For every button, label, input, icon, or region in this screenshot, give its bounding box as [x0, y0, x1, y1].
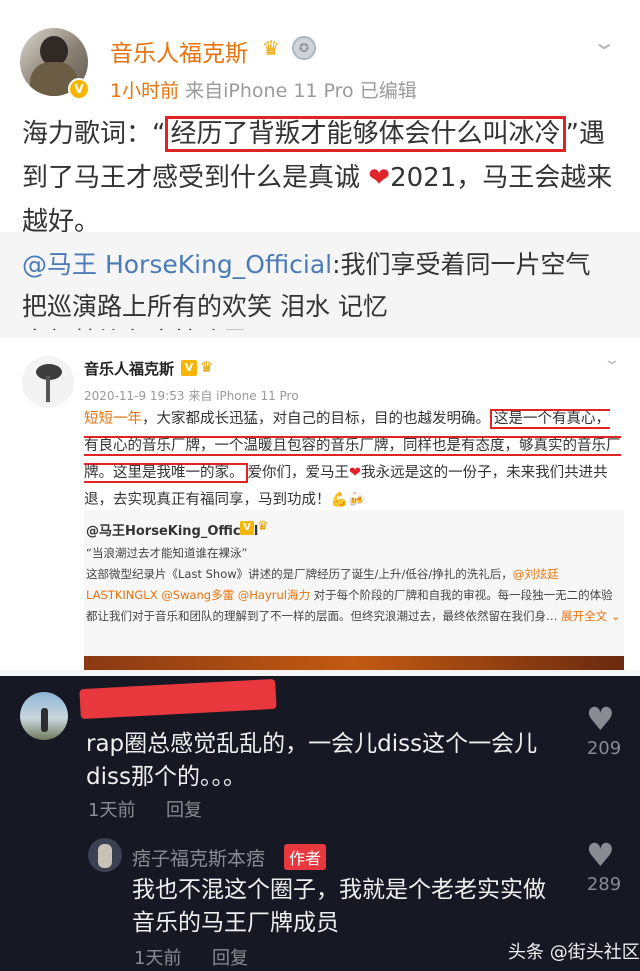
post-body: 短短一年，大家都成长迅猛，对自己的目标，目的也越发明确。 这是一个有真心，有良心的…: [84, 406, 624, 514]
author-name[interactable]: 音乐人福克斯: [84, 358, 174, 379]
repost-author[interactable]: @马王HorseKing_Official: [86, 520, 258, 539]
reply-author[interactable]: 痞子福克斯本痞: [132, 844, 265, 871]
video-thumbnail-strip[interactable]: [84, 656, 624, 670]
crown-icon: ♛: [257, 519, 269, 534]
chevron-down-icon[interactable]: ⌄: [592, 30, 617, 54]
mention-link[interactable]: @马王 HorseKing_Official: [22, 250, 332, 279]
avatar-figure: [98, 844, 112, 868]
repost-block[interactable]: @马王HorseKing_Official V ♛ “当浪潮过去才能知道谁在裸泳…: [84, 510, 624, 670]
post-source: 来自iPhone 11 Pro: [185, 80, 354, 102]
crown-icon: ♛: [200, 358, 214, 376]
heart-icon: ❤: [349, 465, 362, 481]
watermark: 头条 @街头社区: [508, 942, 640, 963]
author-name[interactable]: 音乐人福克斯: [110, 34, 248, 68]
crown-icon: ♛: [262, 36, 280, 60]
chevron-down-icon: ⌄: [610, 609, 621, 623]
avatar[interactable]: [22, 356, 74, 408]
avatar[interactable]: [20, 692, 68, 740]
repost-cut-line: 全部献给在这首歌里: [22, 322, 247, 330]
repost-quote: “当浪潮过去才能知道谁在裸泳”: [86, 546, 248, 560]
like-count: 209: [586, 738, 622, 759]
medal-icon: ✪: [292, 36, 316, 60]
edited-label: 已编辑: [359, 80, 417, 102]
like-heart-icon[interactable]: ♥: [586, 700, 615, 738]
expand-link[interactable]: 展开全文 ⌄: [561, 609, 620, 623]
like-count: 289: [586, 874, 622, 895]
repost-text: @马王 HorseKing_Official:我们享受着同一片空气 把巡演路上所…: [22, 244, 622, 328]
comment-section: rap圈总感觉乱乱的，一会儿diss这个一会儿diss那个的。。。 1天前 回复…: [0, 676, 640, 971]
post-meta: 2020-11-9 19:53 来自 iPhone 11 Pro: [84, 389, 299, 403]
reply-button[interactable]: 回复: [166, 796, 202, 822]
post-text: 爱你们，爱马王: [247, 465, 350, 481]
post-meta: 1小时前 来自iPhone 11 Pro 已编辑: [110, 76, 417, 103]
weibo-post-1: V 音乐人福克斯 ♛ ✪ ⌄ 1小时前 来自iPhone 11 Pro 已编辑 …: [0, 0, 640, 330]
post-text: ，大家都成长迅猛，对自己的目标，目的也越发明确。: [142, 411, 490, 427]
repost-text: “当浪潮过去才能知道谁在裸泳” 这部微型纪录片《Last Show》讲述的是厂牌…: [86, 543, 621, 627]
reply-button[interactable]: 回复: [212, 944, 248, 970]
like-heart-icon[interactable]: ♥: [586, 836, 615, 874]
repost-block[interactable]: @马王 HorseKing_Official:我们享受着同一片空气 把巡演路上所…: [0, 232, 640, 330]
chevron-down-icon[interactable]: ⌄: [603, 352, 621, 368]
heart-icon: ❤: [368, 163, 391, 193]
post-text-orange: 短短一年: [84, 411, 142, 427]
expand-label: 展开全文: [561, 609, 608, 623]
avatar-figure: [46, 376, 50, 402]
mention-link[interactable]: @Hayrul海力: [238, 588, 310, 602]
post-body: 海力歌词：“ 经历了背叛才能够体会什么叫冰冷 ”遇到了马王才感受到什么是真诚 ❤20…: [22, 112, 622, 244]
emoji-icons: 💪🍻: [330, 492, 366, 508]
comment-time: 1天前: [134, 948, 182, 969]
highlighted-lyric: 经历了背叛才能够体会什么叫冰冷: [165, 116, 566, 152]
redaction-mark: [79, 678, 277, 720]
comment-text: rap圈总感觉乱乱的，一会儿diss这个一会儿diss那个的。。。: [86, 731, 538, 790]
author-badge: 作者: [284, 844, 327, 870]
verified-icon: V: [68, 78, 90, 100]
mention-link[interactable]: @Swang多雷: [161, 588, 234, 602]
verified-icon: V: [181, 360, 197, 376]
verified-icon: V: [240, 521, 254, 535]
avatar-figure: [41, 708, 48, 732]
comment-text: 我也不混这个圈子，我就是个老老实实做音乐的马王厂牌成员: [132, 877, 546, 936]
post-text: 海力歌词：“: [22, 119, 166, 149]
weibo-post-2: 音乐人福克斯 V ♛ ⌄ 2020-11-9 19:53 来自 iPhone 1…: [0, 338, 640, 670]
avatar[interactable]: [88, 838, 122, 872]
comment-time: 1天前: [88, 800, 136, 821]
repost-body: 这部微型纪录片《Last Show》讲述的是厂牌经历了诞生/上升/低谷/挣扎的洗…: [86, 567, 513, 581]
post-time: 1小时前: [110, 80, 180, 102]
